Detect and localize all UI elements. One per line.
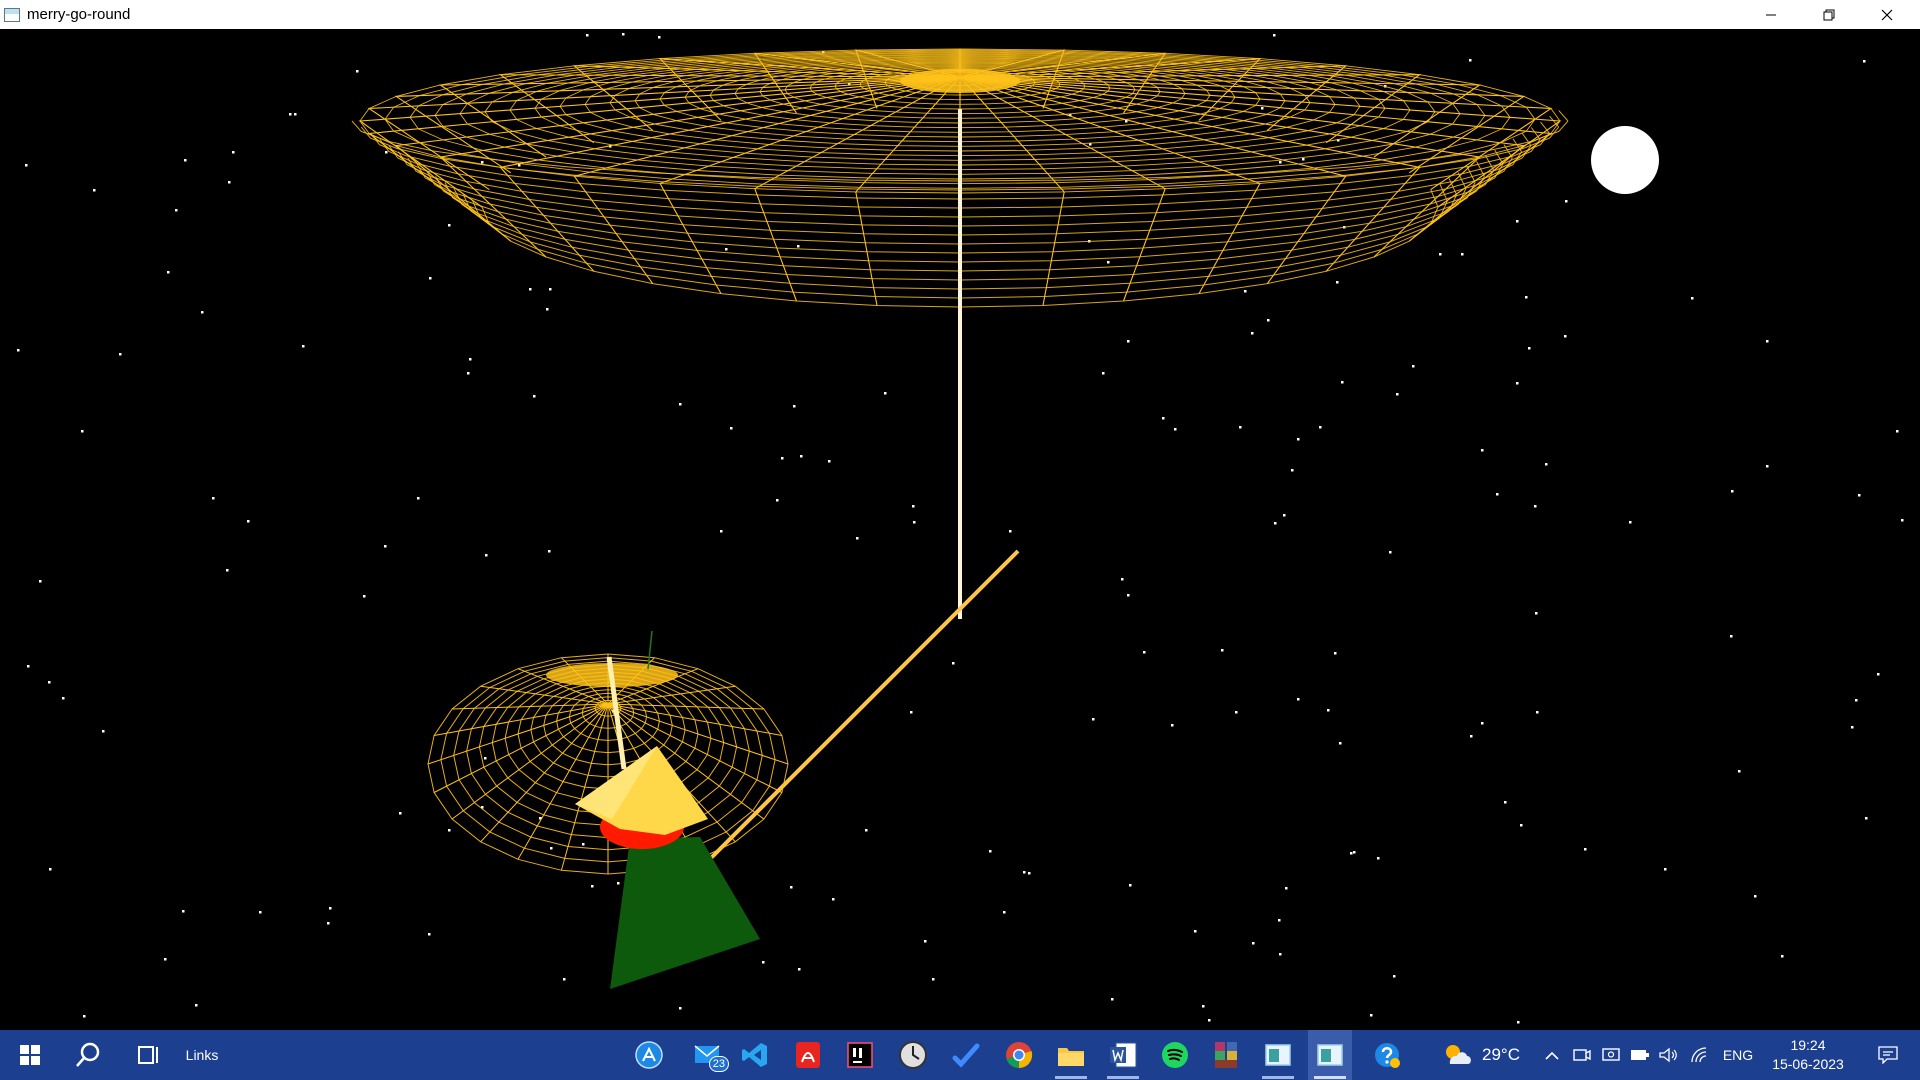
input-language-button[interactable]: ENG <box>1718 1030 1758 1080</box>
clock-app-button[interactable] <box>891 1030 935 1080</box>
word-button[interactable] <box>1101 1030 1145 1080</box>
minimize-icon <box>1766 14 1776 15</box>
moon <box>1591 126 1659 194</box>
clock-date-button[interactable]: 19:24 15-06-2023 <box>1763 1030 1853 1080</box>
minimize-button[interactable] <box>1742 0 1800 29</box>
display-button[interactable] <box>1599 1030 1623 1080</box>
opengl-window-active-icon <box>1317 1044 1343 1066</box>
volume-icon <box>1659 1047 1677 1063</box>
volume-button[interactable] <box>1657 1030 1681 1080</box>
notification-icon <box>1878 1046 1898 1064</box>
restore-icon <box>1823 9 1835 20</box>
links-toolbar[interactable]: Links <box>176 1030 228 1080</box>
help-button[interactable] <box>1365 1030 1409 1080</box>
swing-arm <box>706 549 1020 863</box>
app-store-icon <box>635 1041 663 1069</box>
search-icon <box>76 1042 100 1067</box>
start-button[interactable] <box>8 1030 52 1080</box>
webcam-icon <box>1573 1049 1591 1061</box>
merry-go-round-scene <box>17 33 1904 1024</box>
wifi-icon <box>1691 1047 1707 1063</box>
mail-badge: 23 <box>708 1056 729 1072</box>
windows-start-icon <box>20 1045 40 1065</box>
restore-button[interactable] <box>1800 0 1858 29</box>
title-bar: merry-go-round <box>0 0 1920 29</box>
chrome-button[interactable] <box>997 1030 1041 1080</box>
mail-button[interactable]: 23 <box>683 1030 733 1080</box>
task-view-icon <box>138 1046 158 1064</box>
meet-now-button[interactable] <box>1570 1030 1594 1080</box>
tray-time: 19:24 <box>1790 1037 1826 1053</box>
app-window-icon <box>4 7 20 22</box>
file-explorer-icon <box>1058 1048 1084 1066</box>
tray-date: 15-06-2023 <box>1772 1056 1844 1072</box>
file-explorer-button[interactable] <box>1049 1030 1093 1080</box>
close-icon <box>1881 9 1893 20</box>
taskbar: Links 23 29°C ENG 19:24 15-06-2023 <box>0 1030 1920 1080</box>
window-title: merry-go-round <box>27 6 131 23</box>
word-icon <box>1110 1042 1137 1068</box>
opengl-viewport[interactable] <box>0 29 1920 1030</box>
display-icon <box>1602 1048 1620 1061</box>
clock-icon <box>899 1041 927 1069</box>
winrar-button[interactable] <box>1204 1030 1248 1080</box>
chevron-up-icon <box>1545 1051 1559 1060</box>
network-button[interactable] <box>1687 1030 1711 1080</box>
green-cone <box>610 837 760 989</box>
spotify-button[interactable] <box>1153 1030 1197 1080</box>
weather-sun-cloud-icon <box>1446 1045 1471 1064</box>
app-store-button[interactable] <box>627 1030 671 1080</box>
task-view-button[interactable] <box>126 1030 170 1080</box>
spotify-icon <box>1162 1042 1188 1068</box>
todo-icon <box>952 1043 980 1068</box>
action-center-button[interactable] <box>1866 1030 1910 1080</box>
intellij-button[interactable] <box>838 1030 882 1080</box>
search-button[interactable] <box>66 1030 110 1080</box>
todo-button[interactable] <box>944 1030 988 1080</box>
help-icon <box>1375 1043 1400 1068</box>
winrar-icon <box>1215 1042 1237 1068</box>
show-hidden-icons-button[interactable] <box>1540 1030 1564 1080</box>
opengl-window-icon <box>1265 1044 1291 1066</box>
vscode-icon <box>742 1043 767 1067</box>
intellij-icon <box>847 1042 873 1068</box>
battery-button[interactable] <box>1628 1030 1652 1080</box>
close-button[interactable] <box>1858 0 1916 29</box>
acrobat-button[interactable] <box>786 1030 830 1080</box>
weather-widget[interactable]: 29°C <box>1430 1030 1530 1080</box>
opengl-window-button[interactable] <box>1256 1030 1300 1080</box>
battery-icon <box>1631 1050 1649 1060</box>
chrome-icon <box>1006 1042 1033 1069</box>
acrobat-icon <box>796 1042 820 1068</box>
weather-temperature: 29°C <box>1482 1045 1520 1064</box>
vscode-button[interactable] <box>733 1030 777 1080</box>
opengl-window-active-button[interactable] <box>1308 1030 1352 1080</box>
